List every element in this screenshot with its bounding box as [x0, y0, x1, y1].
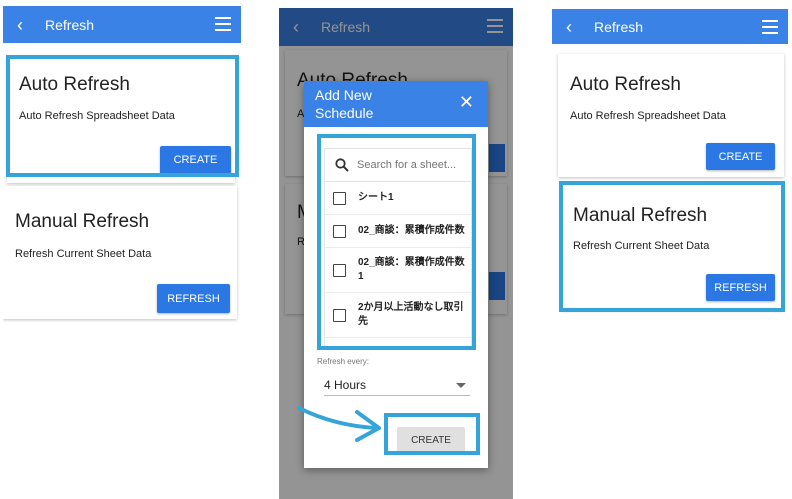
sheet-search-input[interactable] — [355, 158, 469, 172]
manual-refresh-title: Manual Refresh — [573, 205, 708, 226]
top-bar: ‹ Refresh — [552, 9, 788, 44]
manual-refresh-desc: Refresh Current Sheet Data — [15, 248, 152, 260]
close-icon[interactable]: ✕ — [459, 93, 474, 111]
auto-refresh-title: Auto Refresh — [19, 74, 130, 95]
auto-refresh-title: Auto Refresh — [570, 74, 681, 95]
auto-refresh-desc: Auto Refresh Spreadsheet Data — [570, 110, 726, 122]
back-arrow-icon[interactable]: ‹ — [566, 18, 580, 36]
app-title: Refresh — [45, 16, 95, 33]
refresh-interval-select[interactable]: 4 Hours — [324, 375, 470, 396]
sheet-item-label: 02_商談：累積作成件数 — [358, 225, 465, 236]
sheet-item-label: シート1 — [358, 192, 394, 203]
back-arrow-icon[interactable]: ‹ — [17, 16, 31, 34]
create-button[interactable]: CREATE — [706, 143, 775, 170]
refresh-interval-value: 4 Hours — [324, 378, 367, 392]
checkbox[interactable] — [333, 308, 346, 322]
dialog-header: Add New Schedule ✕ — [304, 81, 488, 127]
auto-refresh-desc: Auto Refresh Spreadsheet Data — [19, 110, 175, 122]
sheet-item[interactable]: 02_商談：累積作成件数 1 — [325, 248, 471, 293]
refresh-button[interactable]: REFRESH — [157, 284, 230, 313]
sheet-search — [325, 149, 471, 182]
sheet-item[interactable]: 02_商談：累積作成件数 — [325, 215, 471, 248]
manual-refresh-title: Manual Refresh — [15, 211, 150, 232]
checkbox[interactable] — [333, 191, 346, 205]
hamburger-menu-icon[interactable] — [762, 20, 778, 34]
manual-refresh-desc: Refresh Current Sheet Data — [573, 240, 710, 252]
refresh-every-label: Refresh every: — [317, 357, 370, 366]
app-title: Refresh — [594, 18, 644, 35]
dialog-create-button[interactable]: CREATE — [397, 427, 465, 453]
dialog-title: Add New Schedule — [315, 87, 374, 121]
sheet-item[interactable]: 2か月以上活動なし取引先 — [325, 293, 471, 338]
sheet-item-label: 2か月以上活動なし取引先 — [358, 302, 464, 327]
manual-refresh-panel: ‹ Refresh Auto Refresh Auto Refresh Spre… — [552, 9, 788, 325]
schedule-dialog-panel: ‹ Refresh Auto Refresh A M R Add New Sch… — [279, 8, 513, 499]
sheet-item-label: 02_商談：累積作成件数 1 — [358, 257, 465, 282]
create-button[interactable]: CREATE — [160, 146, 231, 174]
top-bar: ‹ Refresh — [3, 6, 241, 43]
pointer-arrow-icon — [297, 406, 381, 442]
auto-refresh-card: Auto Refresh Auto Refresh Spreadsheet Da… — [558, 54, 784, 177]
manual-refresh-card: Manual Refresh Refresh Current Sheet Dat… — [3, 186, 237, 319]
sheet-item[interactable]: シート1 — [325, 182, 471, 215]
manual-refresh-card: Manual Refresh Refresh Current Sheet Dat… — [561, 183, 782, 310]
auto-refresh-card: Auto Refresh Auto Refresh Spreadsheet Da… — [7, 56, 235, 183]
hamburger-menu-icon[interactable] — [215, 17, 231, 31]
checkbox[interactable] — [333, 263, 346, 277]
search-icon — [335, 158, 349, 172]
checkbox[interactable] — [333, 224, 346, 238]
sheet-list: シート1 02_商談：累積作成件数 02_商談：累積作成件数 1 2か月以上活動… — [324, 148, 472, 350]
refresh-button[interactable]: REFRESH — [706, 274, 775, 301]
auto-refresh-panel: ‹ Refresh Auto Refresh Auto Refresh Spre… — [3, 6, 241, 322]
dropdown-caret-icon — [456, 383, 466, 388]
